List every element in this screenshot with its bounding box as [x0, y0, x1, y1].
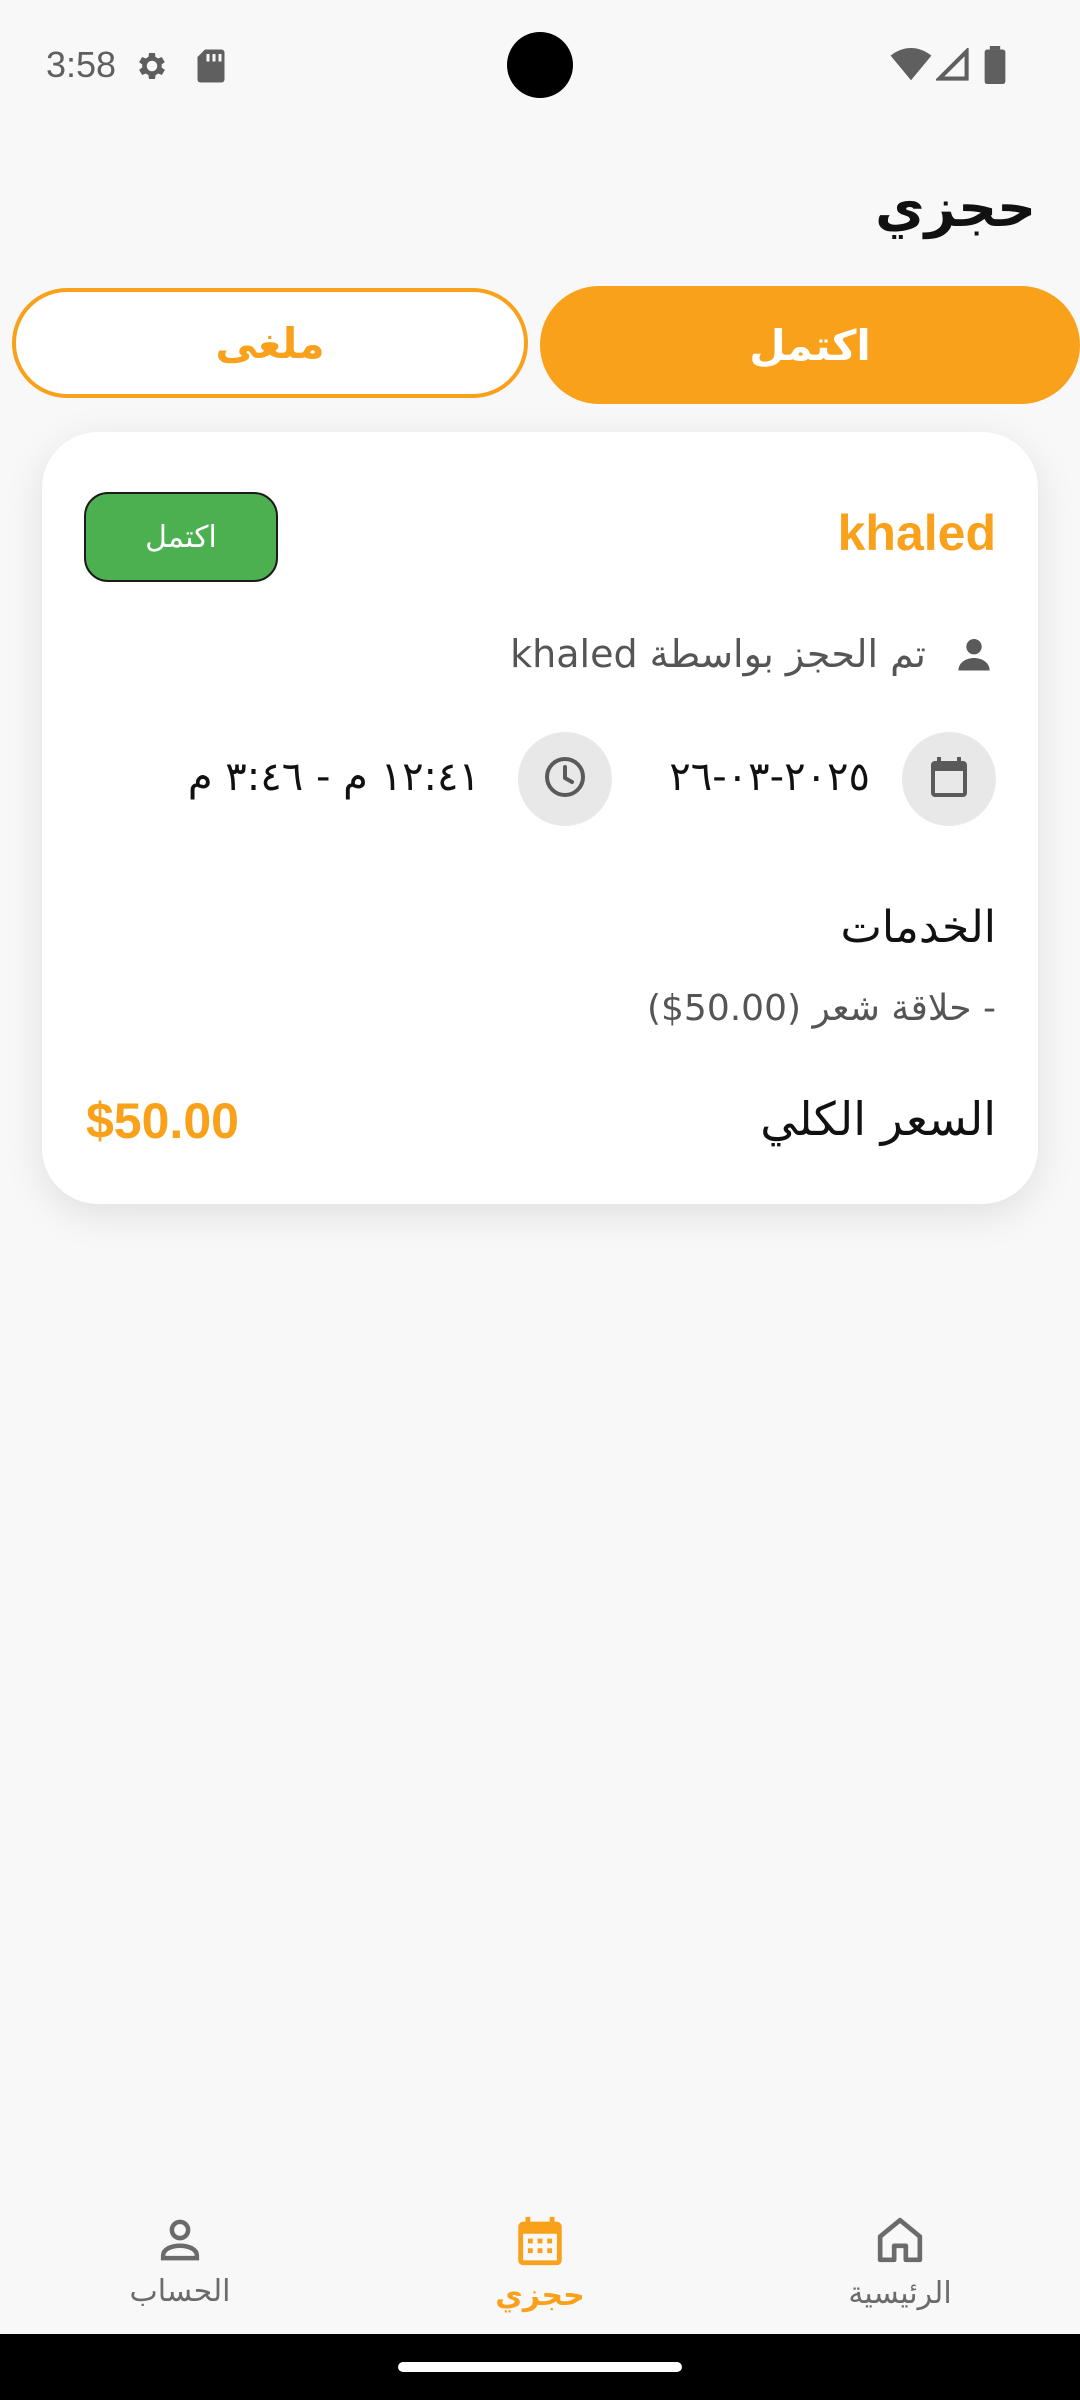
status-badge: اكتمل: [84, 492, 278, 582]
calendar-icon: [925, 753, 973, 805]
tab-cancelled[interactable]: ملغى: [12, 288, 528, 398]
page-title: حجزي: [875, 176, 1036, 239]
status-time: 3:58: [46, 44, 117, 85]
nav-account[interactable]: الحساب: [80, 2212, 280, 2309]
nav-bookings[interactable]: حجزي: [440, 2212, 640, 2313]
nav-home-label: الرئيسية: [848, 2276, 952, 2311]
calendar-icon-wrap: [902, 732, 996, 826]
nav-home[interactable]: الرئيسية: [800, 2212, 1000, 2311]
nav-bookings-label: حجزي: [495, 2278, 585, 2313]
status-bar: 3:58: [0, 0, 1080, 132]
sd-card-icon: [196, 48, 226, 88]
customer-name: khaled: [837, 505, 996, 561]
services-heading: الخدمات: [840, 902, 996, 953]
bottom-nav: الحساب حجزي الرئيسية: [0, 2186, 1080, 2334]
account-icon: [153, 2212, 207, 2270]
home-gesture-handle[interactable]: [398, 2362, 682, 2372]
nav-account-label: الحساب: [129, 2274, 231, 2309]
person-icon: [952, 632, 996, 676]
tab-completed[interactable]: اكتمل: [540, 286, 1080, 404]
booking-card[interactable]: khaled اكتمل تم الحجز بواسطة khaled ٢٠٢٥…: [42, 432, 1038, 1204]
cellular-signal-icon: [934, 46, 970, 86]
calendar-grid-icon: [511, 2212, 569, 2274]
booked-by-row: تم الحجز بواسطة khaled: [510, 632, 996, 676]
total-price-value: $50.00: [86, 1093, 239, 1149]
total-price-label: السعر الكلي: [760, 1092, 996, 1146]
clock-icon-wrap: [518, 732, 612, 826]
booked-by-text: تم الحجز بواسطة khaled: [510, 632, 926, 676]
wifi-icon: [890, 48, 932, 86]
gesture-bar: [0, 2334, 1080, 2400]
battery-icon: [984, 46, 1006, 88]
camera-cutout: [507, 32, 573, 98]
home-icon: [872, 2212, 928, 2272]
clock-icon: [541, 753, 589, 805]
booking-time-range: ١٢:٤١ م - ٣:٤٦ م: [187, 754, 480, 800]
booking-date: ٢٠٢٥-٠٣-٢٦: [669, 754, 870, 800]
screen: 3:58 حجزي اكتمل ملغى khaled اكتمل تم الح…: [0, 0, 1080, 2400]
service-item: - حلاقة شعر (50.00$): [646, 988, 996, 1029]
settings-gear-icon: [134, 48, 170, 88]
